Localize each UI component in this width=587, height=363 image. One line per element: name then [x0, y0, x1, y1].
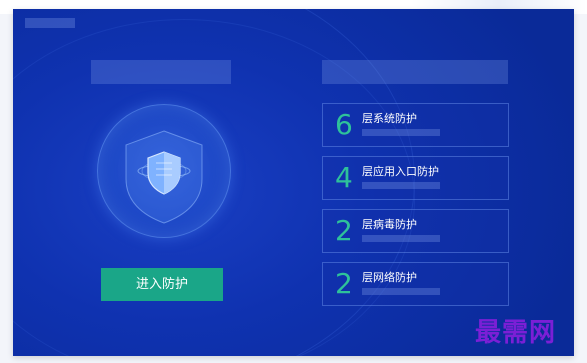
enter-protection-button[interactable]: 进入防护 — [101, 268, 223, 301]
layer-label: 层应用入口防护 — [362, 165, 439, 178]
shield-icon — [125, 130, 203, 224]
layer-subtitle-placeholder — [362, 235, 440, 242]
layer-label: 层网络防护 — [362, 271, 417, 284]
protection-layer-card-network: 2 层网络防护 — [322, 262, 509, 306]
layer-count: 4 — [335, 161, 353, 194]
left-heading-placeholder — [91, 60, 231, 84]
layer-label: 层病毒防护 — [362, 218, 417, 231]
layer-subtitle-placeholder — [362, 182, 440, 189]
layer-subtitle-placeholder — [362, 129, 440, 136]
layer-subtitle-placeholder — [362, 288, 440, 295]
layer-count: 2 — [335, 267, 353, 300]
right-heading-placeholder — [322, 60, 508, 84]
protection-layer-card-virus: 2 层病毒防护 — [322, 209, 509, 253]
shield-halo — [97, 104, 231, 238]
layer-count: 2 — [335, 214, 353, 247]
layer-count: 6 — [335, 108, 353, 141]
security-window: 进入防护 6 层系统防护 4 层应用入口防护 2 层病毒防护 2 层网络防护 — [13, 9, 574, 356]
layer-label: 层系统防护 — [362, 112, 417, 125]
window-title-placeholder — [25, 18, 75, 28]
protection-layer-card-system: 6 层系统防护 — [322, 103, 509, 147]
protection-layer-card-app-entry: 4 层应用入口防护 — [322, 156, 509, 200]
site-watermark: 最需网 — [475, 318, 557, 348]
